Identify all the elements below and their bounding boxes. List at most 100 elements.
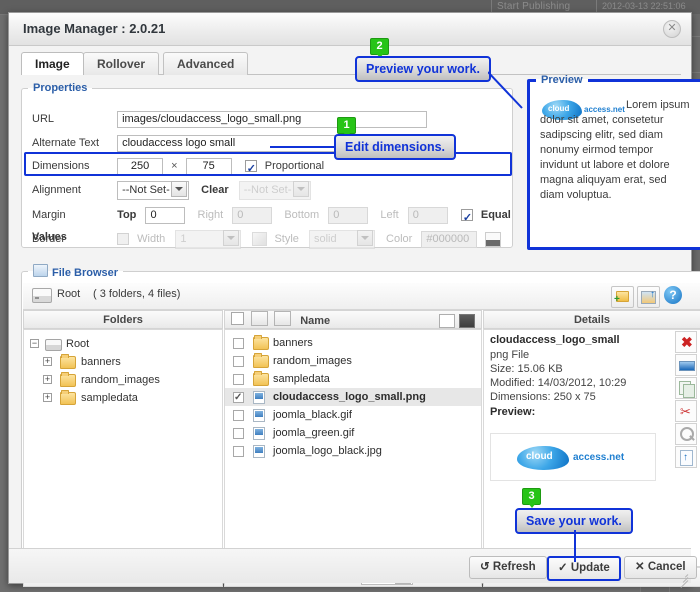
clear-select-wrap: --Not Set-- xyxy=(239,179,311,201)
border-color-input[interactable] xyxy=(421,231,477,248)
callout-3-badge: 3 xyxy=(522,488,541,505)
dialog-titlebar: Image Manager : 2.0.21 ✕ xyxy=(9,13,691,46)
tree-item-sampledata[interactable]: + sampledata xyxy=(30,389,222,407)
row-checkbox[interactable] xyxy=(233,446,244,457)
file-name: sampledata xyxy=(273,370,330,388)
margin-left-input[interactable] xyxy=(408,207,448,224)
image-file-icon xyxy=(253,445,265,458)
preview-panel: Preview cloud access.net Lorem ipsum dol… xyxy=(527,74,700,250)
margin-row: Margin Top Right Bottom Left Equal Value… xyxy=(32,204,512,226)
alignment-row: Alignment --Not Set-- Clear --Not Set-- xyxy=(32,179,311,201)
list-item[interactable]: joomla_black.gif xyxy=(225,406,481,424)
root-count-label: ( 3 folders, 4 files) xyxy=(93,288,180,300)
clear-select[interactable]: --Not Set-- xyxy=(239,181,311,200)
file-name: banners xyxy=(273,334,313,352)
row-checkbox[interactable] xyxy=(233,410,244,421)
row-checkbox[interactable] xyxy=(233,374,244,385)
help-icon[interactable]: ? xyxy=(663,286,684,306)
refresh-icon: ↺ xyxy=(480,561,490,573)
alignment-label: Alignment xyxy=(32,179,114,201)
folder-icon xyxy=(60,374,76,387)
rename-icon[interactable] xyxy=(675,354,697,376)
color-picker-icon[interactable] xyxy=(485,232,501,247)
proportional-checkbox[interactable] xyxy=(245,160,257,172)
resize-grip[interactable] xyxy=(678,571,688,581)
row-checkbox[interactable] xyxy=(233,356,244,367)
new-folder-icon[interactable]: + xyxy=(611,286,634,308)
tree-expander-icon[interactable]: + xyxy=(43,357,52,366)
list-item[interactable]: random_images xyxy=(225,352,481,370)
border-width-checkbox[interactable] xyxy=(117,233,129,245)
tree-expander-icon[interactable]: + xyxy=(43,375,52,384)
details-preview-label: Preview: xyxy=(490,406,535,418)
delete-icon[interactable]: ✖ xyxy=(675,331,697,353)
tab-advanced[interactable]: Advanced xyxy=(163,52,248,75)
url-input[interactable] xyxy=(117,111,427,128)
image-file-icon xyxy=(253,409,265,422)
select-all-checkbox[interactable] xyxy=(231,312,244,325)
dimensions-height-input[interactable] xyxy=(186,158,232,175)
drive-icon xyxy=(32,288,52,303)
thumbnail-view-icon[interactable] xyxy=(459,314,475,328)
pencil-icon xyxy=(252,232,267,246)
tree-expander-icon[interactable]: − xyxy=(30,339,39,348)
folder-icon xyxy=(253,337,269,350)
alignment-select[interactable]: --Not Set-- xyxy=(117,181,189,200)
list-item[interactable]: sampledata xyxy=(225,370,481,388)
details-action-buttons: ✖ ✂ ↑ xyxy=(675,331,699,469)
image-file-icon xyxy=(253,391,265,404)
list-item[interactable]: banners xyxy=(225,334,481,352)
row-checkbox[interactable] xyxy=(233,338,244,349)
row-checkbox[interactable] xyxy=(233,428,244,439)
upload-image-icon[interactable]: ↑ xyxy=(637,286,660,308)
margin-top-input[interactable] xyxy=(145,207,185,224)
border-width-select[interactable]: 1 xyxy=(175,230,241,249)
file-list-pane[interactable]: banners random_images sampledata xyxy=(224,329,482,567)
upload-icon[interactable]: ↑ xyxy=(675,446,697,468)
tree-item-label: banners xyxy=(81,353,121,371)
proportional-label: Proportional xyxy=(265,160,324,172)
tree-expander-icon[interactable]: + xyxy=(43,393,52,402)
row-checkbox[interactable] xyxy=(233,392,244,403)
tree-item-label: sampledata xyxy=(81,389,138,407)
file-name: joomla_black.gif xyxy=(273,406,352,424)
zoom-icon[interactable] xyxy=(675,423,697,445)
margin-left-label: Left xyxy=(380,209,398,221)
list-item[interactable]: joomla_logo_black.jpg xyxy=(225,442,481,460)
dimensions-width-input[interactable] xyxy=(117,158,163,175)
border-style-select[interactable]: solid xyxy=(309,230,375,249)
file-name: joomla_logo_black.jpg xyxy=(273,442,382,460)
check-icon: ✓ xyxy=(558,562,568,574)
sort-asc-icon[interactable] xyxy=(251,311,268,326)
close-icon[interactable]: ✕ xyxy=(663,20,681,38)
list-item[interactable]: joomla_green.gif xyxy=(225,424,481,442)
tree-item-banners[interactable]: + banners xyxy=(30,353,222,371)
copy-icon[interactable] xyxy=(675,377,697,399)
preview-legend: Preview xyxy=(536,74,588,86)
margin-bottom-input[interactable] xyxy=(328,207,368,224)
file-name: cloudaccess_logo_small.png xyxy=(273,388,426,406)
tree-item-random-images[interactable]: + random_images xyxy=(30,371,222,389)
folder-tree-pane[interactable]: − Root + banners + random_images xyxy=(23,329,223,567)
url-row: URL xyxy=(32,108,427,130)
margin-right-input[interactable] xyxy=(232,207,272,224)
details-size: Size: 15.06 KB xyxy=(490,363,563,375)
equal-values-checkbox[interactable] xyxy=(461,209,473,221)
tree-item-root[interactable]: − Root xyxy=(30,335,222,353)
tab-image[interactable]: Image xyxy=(21,52,84,75)
dialog-footer: ↺ Refresh ✓ Update ✕ Cancel xyxy=(9,548,691,583)
list-item-selected[interactable]: cloudaccess_logo_small.png xyxy=(225,388,481,406)
tab-rollover[interactable]: Rollover xyxy=(83,52,159,75)
cut-icon[interactable]: ✂ xyxy=(675,400,697,422)
margin-bottom-label: Bottom xyxy=(284,209,319,221)
folder-icon xyxy=(60,392,76,405)
column-header-name: Name xyxy=(224,310,482,329)
refresh-button[interactable]: ↺ Refresh xyxy=(469,556,547,579)
file-browser-toolbar: Root ( 3 folders, 4 files) + ↑ ? xyxy=(23,283,700,310)
margin-top-label: Top xyxy=(117,209,136,221)
list-view-icon[interactable] xyxy=(439,314,455,328)
dimensions-row: Dimensions × Proportional xyxy=(32,155,324,177)
update-button[interactable]: ✓ Update xyxy=(547,556,621,581)
callout-1-line xyxy=(270,146,342,148)
sort-desc-icon[interactable] xyxy=(274,311,291,326)
